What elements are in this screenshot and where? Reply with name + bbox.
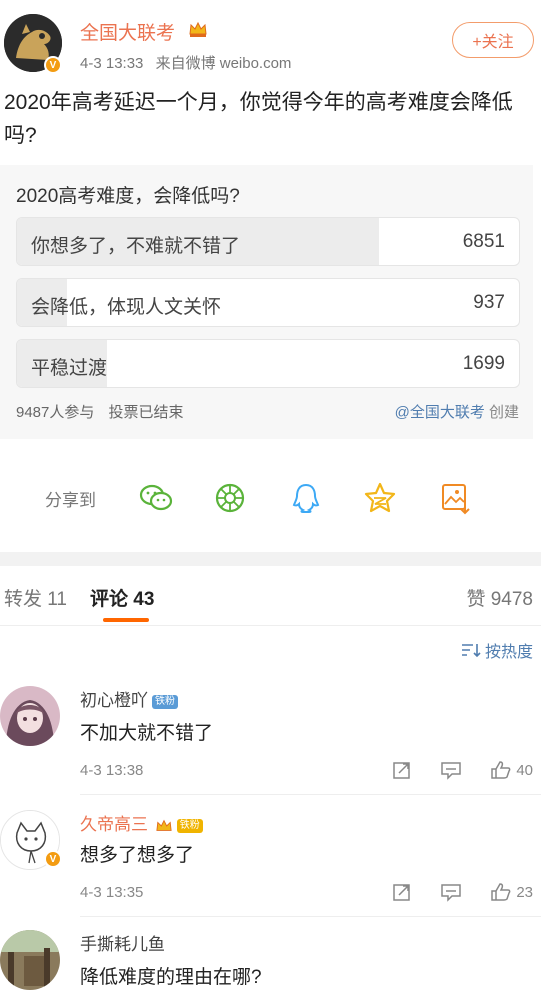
like-count: 40 (516, 761, 533, 779)
poll-creator: @全国大联考 创建 (395, 401, 519, 422)
reply-icon[interactable] (440, 760, 462, 780)
commenter-name-text: 初心橙吖 (80, 691, 148, 710)
poll-option-label: 会降低，体现人文关怀 (31, 297, 222, 318)
comment-divider (80, 794, 541, 795)
section-divider (0, 552, 541, 566)
qzone-icon[interactable] (362, 480, 398, 516)
follow-button[interactable]: +关注 (452, 22, 534, 58)
moments-icon[interactable] (212, 480, 248, 516)
author-name[interactable]: 全国大联考 (80, 18, 175, 45)
comment-text: 不加大就不错了 (80, 723, 214, 744)
poll-title: 2020高考难度，会降低吗? (16, 186, 240, 207)
tab-comment[interactable]: 评论 43 (90, 584, 154, 611)
comment-actions: 23 (392, 882, 533, 902)
poll-option[interactable]: 你想多了，不难就不错了 6851 (16, 217, 520, 266)
sort-row: 按热度 (0, 630, 541, 670)
poll-option-label: 你想多了，不难就不错了 (31, 236, 241, 257)
post-text: 2020年高考延迟一个月，你觉得今年的高考难度会降低吗? (4, 91, 513, 147)
save-image-icon[interactable] (437, 480, 473, 516)
like-button[interactable]: 23 (490, 882, 533, 902)
fan-badge: 铁粉 (152, 694, 178, 709)
poll-creator-suffix: 创建 (484, 404, 519, 421)
commenter-name[interactable]: 初心橙吖 铁粉 (80, 686, 178, 711)
poll-option-count: 6851 (462, 231, 505, 252)
post-meta: 4-3 13:33 来自微博 weibo.com (80, 52, 291, 73)
poll-status: 投票已结束 (108, 404, 184, 421)
tab-repost[interactable]: 转发 11 (4, 584, 67, 611)
sort-button[interactable]: 按热度 (461, 638, 533, 662)
poll-option-count: 1699 (462, 353, 505, 374)
wechat-icon[interactable] (138, 480, 174, 516)
poll-card: 2020高考难度，会降低吗? 你想多了，不难就不错了 6851 会降低，体现人文… (0, 165, 533, 439)
poll-option[interactable]: 平稳过渡 1699 (16, 339, 520, 388)
tab-likes[interactable]: 赞 9478 (466, 584, 533, 611)
sort-icon (461, 644, 481, 658)
post-time: 4-3 13:33 (80, 55, 144, 72)
fan-badge: 铁粉 (176, 818, 203, 833)
like-count: 23 (516, 883, 533, 901)
commenter-avatar[interactable] (0, 686, 60, 746)
poll-option-count: 937 (473, 292, 505, 313)
comment-tabs: 转发 11 评论 43 赞 9478 (0, 566, 541, 626)
repost-icon[interactable] (392, 760, 412, 780)
share-row: 分享到 (0, 470, 541, 526)
like-button[interactable]: 40 (490, 760, 533, 780)
poll-participants: 9487人参与 (16, 404, 95, 421)
commenter-avatar[interactable] (0, 930, 60, 990)
comment-time: 4-3 13:35 (80, 884, 144, 901)
commenter-name[interactable]: 久帝高三 铁粉 (80, 810, 203, 835)
commenter-name-text: 久帝高三 (80, 815, 148, 834)
comment-divider (80, 916, 541, 917)
comment-text: 想多了想多了 (80, 845, 195, 866)
commenter-name[interactable]: 手撕耗儿鱼 (80, 930, 165, 955)
like-icon (491, 883, 511, 901)
poll-option-label: 平稳过渡 (31, 358, 108, 379)
post-header: V 全国大联考 4-3 13:33 来自微博 weibo.com +关注 (0, 0, 541, 86)
post-source: 来自微博 weibo.com (155, 55, 292, 72)
verified-badge-icon: V (44, 850, 62, 868)
comment-text: 降低难度的理由在哪? (80, 967, 262, 988)
vip-crown-icon (156, 819, 172, 831)
like-icon (491, 761, 511, 779)
poll-footer: 9487人参与 投票已结束 (16, 401, 184, 422)
verified-badge-icon: V (44, 56, 62, 74)
qq-icon[interactable] (288, 480, 324, 516)
sort-label: 按热度 (484, 644, 533, 661)
poll-creator-link[interactable]: @全国大联考 (395, 404, 485, 421)
share-label: 分享到 (45, 491, 96, 510)
tab-active-indicator (103, 618, 149, 622)
reply-icon[interactable] (440, 882, 462, 902)
comment-time: 4-3 13:38 (80, 762, 144, 779)
repost-icon[interactable] (392, 882, 412, 902)
vip-crown-icon (189, 21, 207, 37)
comment-actions: 40 (392, 760, 533, 780)
poll-option[interactable]: 会降低，体现人文关怀 937 (16, 278, 520, 327)
